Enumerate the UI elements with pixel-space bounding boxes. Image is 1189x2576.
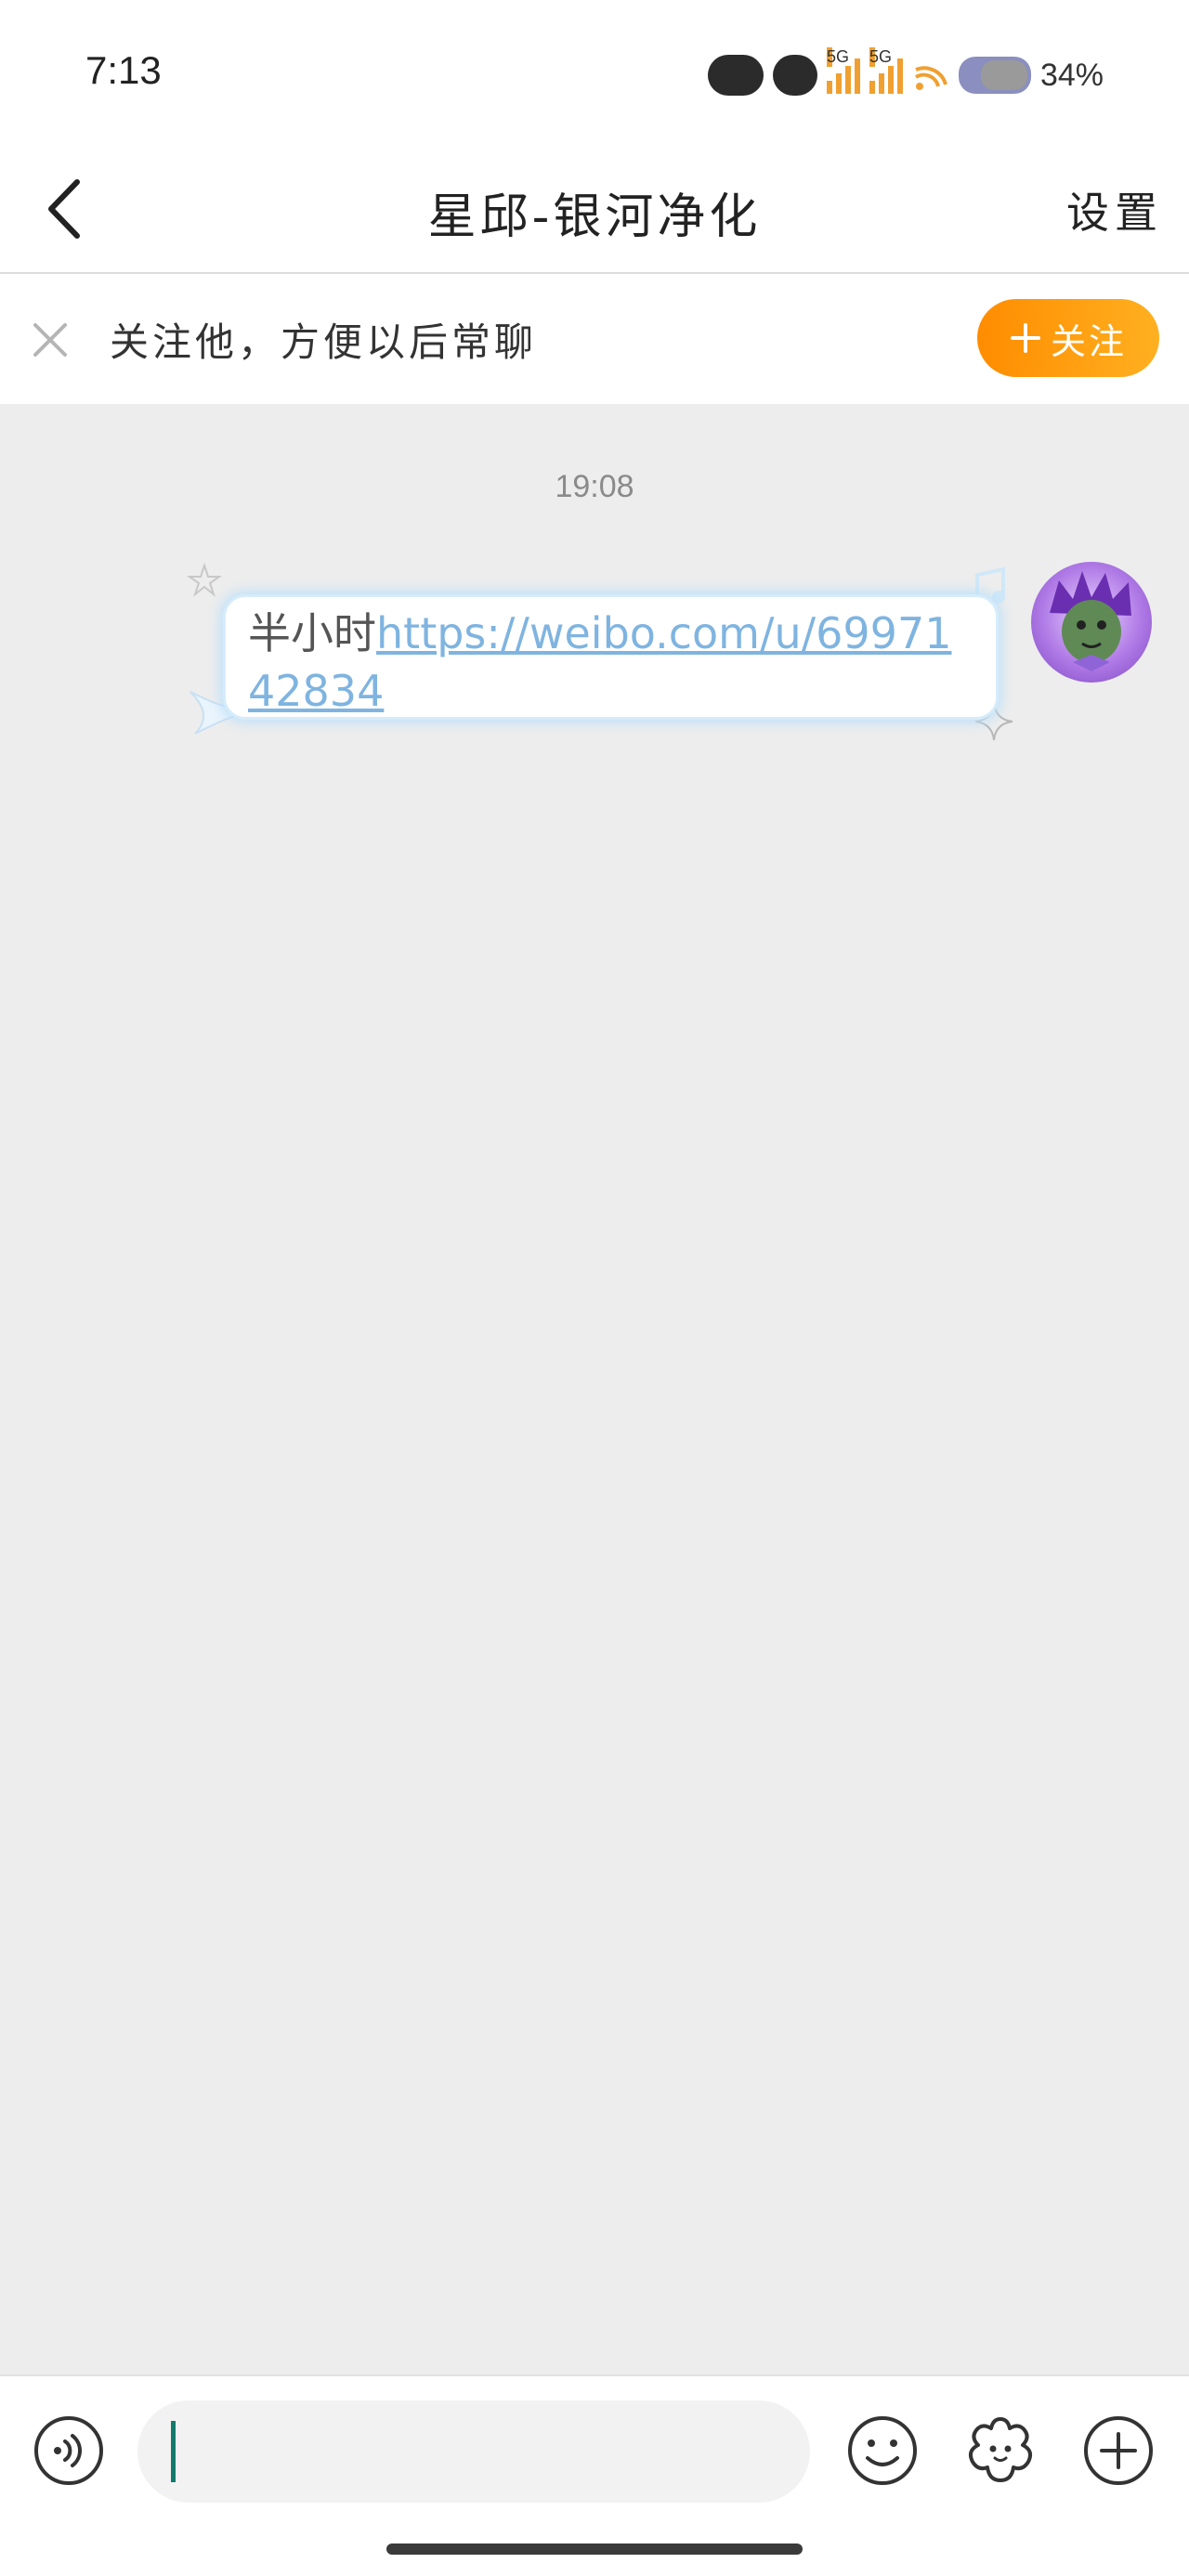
emoji-icon[interactable] (845, 2413, 920, 2488)
input-bar (0, 2374, 1189, 2576)
battery-percentage: 34% (1039, 57, 1104, 93)
network-type-label: 5G (869, 47, 892, 67)
settings-button[interactable]: 设置 (1066, 179, 1163, 241)
battery-icon (958, 57, 1031, 94)
follow-banner: 关注他，方便以后常聊 关注 (0, 274, 1189, 404)
star-decoration-icon (186, 562, 223, 597)
follow-prompt-text: 关注他，方便以后常聊 (110, 319, 538, 365)
message-input[interactable] (137, 2400, 810, 2503)
signal-icon: 5G (869, 47, 903, 94)
network-type-label: 5G (826, 47, 849, 67)
message-timestamp: 19:08 (555, 469, 634, 504)
message-text: 半小时 (248, 608, 376, 658)
plus-icon[interactable] (1081, 2413, 1156, 2488)
status-cat-icon (772, 55, 817, 96)
text-caret (171, 2421, 176, 2482)
avatar[interactable] (1031, 562, 1152, 683)
wifi-icon (914, 66, 947, 90)
signal-icon: 5G (826, 47, 860, 94)
avatar-character-image (1050, 571, 1131, 671)
page-title: 星邱-银河净化 (427, 189, 762, 245)
status-icons: 5G 5G 34% (707, 47, 1104, 98)
message-bubble[interactable]: 半小时https://weibo.com/u/6997142834 (223, 594, 999, 720)
follow-button[interactable]: 关注 (977, 299, 1159, 377)
status-bar: 7:13 5G 5G 34% (0, 0, 1189, 153)
status-time: 7:13 (85, 48, 162, 92)
plus-icon (1010, 323, 1040, 353)
message-row: 半小时https://weibo.com/u/6997142834 (0, 562, 1189, 775)
chat-area[interactable]: 19:08 半小时https://weibo.com/u/6997142834 (0, 404, 1189, 2374)
follow-button-label: 关注 (1050, 320, 1127, 362)
status-cat-icon (707, 55, 764, 96)
sticker-icon[interactable] (963, 2413, 1038, 2488)
home-indicator (386, 2543, 803, 2555)
close-icon[interactable] (26, 316, 74, 364)
voice-icon[interactable] (32, 2413, 106, 2488)
chat-header: 星邱-银河净化 设置 (0, 153, 1189, 274)
